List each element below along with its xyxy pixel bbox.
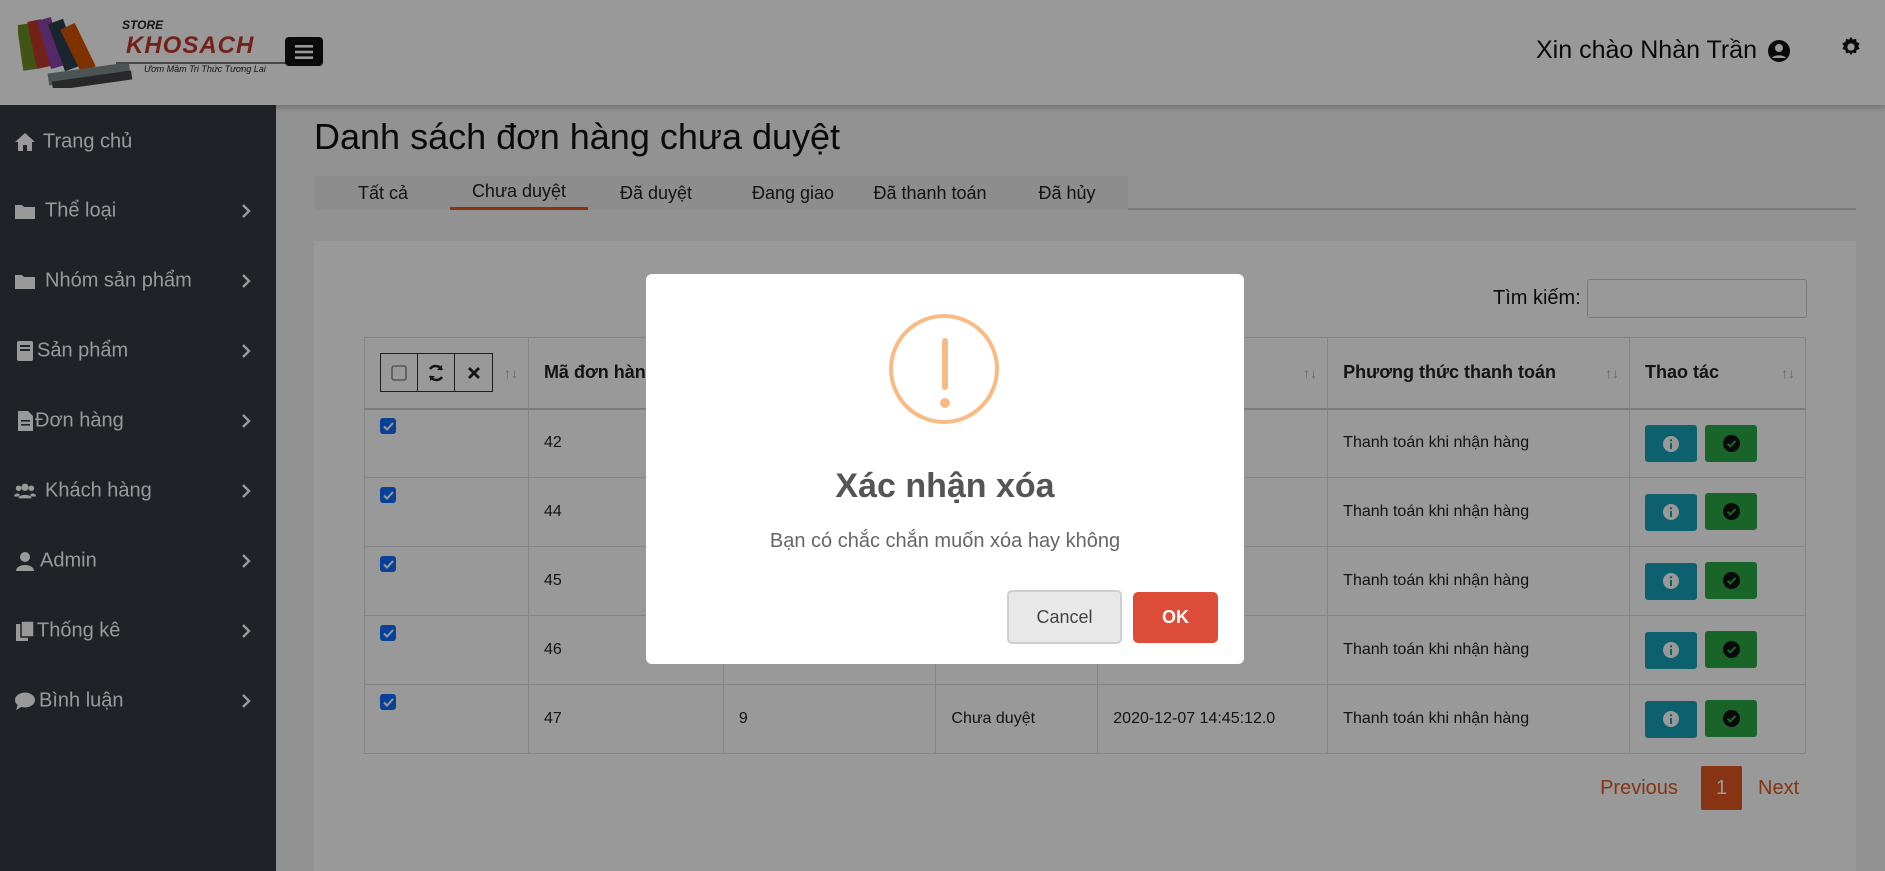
confirm-delete-dialog: Xác nhận xóa Bạn có chắc chắn muốn xóa h… <box>646 274 1244 664</box>
cancel-button[interactable]: Cancel <box>1007 590 1122 644</box>
warning-icon-dot <box>940 398 950 408</box>
warning-icon <box>889 314 999 424</box>
dialog-message: Bạn có chắc chắn muốn xóa hay không <box>769 530 1121 552</box>
dialog-title: Xác nhận xóa <box>835 467 1055 505</box>
ok-button[interactable]: OK <box>1133 592 1218 643</box>
warning-icon-bar <box>942 338 948 390</box>
